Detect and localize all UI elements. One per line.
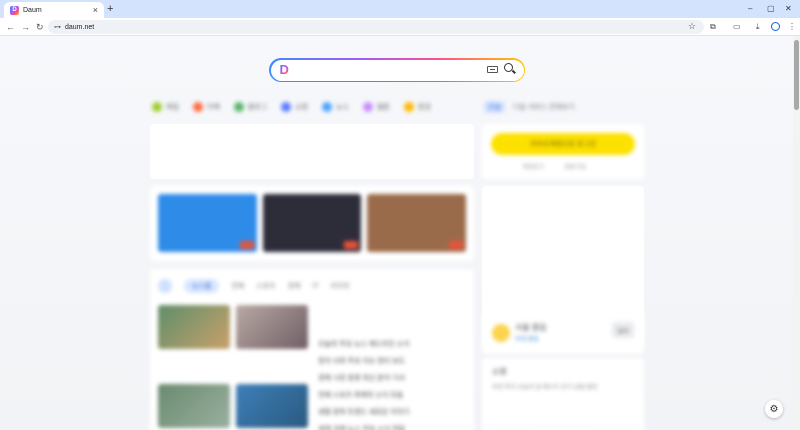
shopping-widget: 쇼핑 추천 특가 오늘의 딜 베스트 인기 상품 할인 bbox=[482, 358, 644, 430]
sun-icon bbox=[492, 324, 510, 342]
news-tab[interactable]: 연예 bbox=[231, 281, 244, 291]
shortcut-icon bbox=[233, 102, 244, 112]
login-links: 계정찾기 회원가입 bbox=[522, 162, 586, 171]
site-info-icon[interactable]: ⊶ bbox=[54, 23, 61, 31]
news-tab[interactable]: IT bbox=[312, 283, 318, 290]
banner-ad[interactable] bbox=[150, 124, 474, 179]
news-tab-active[interactable]: 뉴스홈 bbox=[184, 279, 220, 293]
shortcut-label: 증권 bbox=[417, 104, 431, 111]
news-headline[interactable]: 생활 문화 트렌드 새로운 이야기 bbox=[318, 407, 466, 424]
shop-title: 쇼핑 bbox=[492, 367, 507, 376]
maximize-button[interactable]: ▢ bbox=[767, 3, 775, 15]
forward-button[interactable]: → bbox=[21, 21, 30, 33]
shortcut-item[interactable]: 블로그 bbox=[233, 102, 268, 112]
find-account-link[interactable]: 계정찾기 bbox=[522, 162, 544, 171]
shortcut-label: 블로그 bbox=[247, 104, 268, 111]
news-thumbnail[interactable] bbox=[158, 384, 230, 428]
news-thumbnail[interactable] bbox=[236, 305, 308, 349]
shortcut-icon bbox=[281, 102, 292, 112]
close-window-button[interactable]: ✕ bbox=[785, 3, 792, 15]
today-pill[interactable]: 오늘 bbox=[484, 101, 505, 113]
signup-link[interactable]: 회원가입 bbox=[564, 162, 586, 171]
shop-tags[interactable]: 추천 특가 오늘의 딜 베스트 인기 상품 할인 bbox=[492, 382, 632, 395]
reload-button[interactable]: ↻ bbox=[36, 21, 44, 33]
bookmark-star-icon[interactable]: ☆ bbox=[688, 21, 696, 32]
media-row bbox=[150, 186, 474, 261]
shortcut-icon bbox=[322, 102, 332, 112]
news-headlines: 오늘의 주요 뉴스 헤드라인 소식 정치 사회 주요 이슈 정리 보도 경제 시장 … bbox=[318, 339, 466, 430]
search-box[interactable]: D bbox=[269, 58, 525, 82]
keyboard-icon[interactable] bbox=[486, 65, 498, 73]
news-headline[interactable]: 연예 스포츠 화제의 소식 모음 bbox=[318, 390, 466, 407]
browser-menu-icon[interactable]: ⋮ bbox=[788, 21, 796, 33]
shortcut-item[interactable]: 메일 bbox=[152, 102, 179, 112]
news-tab[interactable]: 경제 bbox=[288, 281, 301, 291]
shortcut-item[interactable]: 카페 bbox=[192, 102, 220, 112]
shortcut-item[interactable]: 증권 bbox=[403, 102, 431, 112]
play-badge-icon bbox=[239, 241, 254, 249]
daum-logo: D bbox=[279, 61, 289, 77]
shortcut-label: 웹툰 bbox=[376, 104, 390, 111]
news-headline[interactable]: 정치 사회 주요 이슈 정리 보도 bbox=[318, 356, 466, 373]
weather-badge[interactable]: 날씨 bbox=[612, 322, 634, 338]
browser-toolbar: ← → ↻ ⊶ daum.net ☆ ⧉ ▭ ⤓ ⋮ bbox=[0, 18, 800, 36]
play-badge-icon bbox=[344, 241, 359, 249]
shortcut-icon bbox=[152, 102, 162, 112]
browser-tab-daum[interactable]: D Daum × bbox=[4, 2, 104, 18]
media-card[interactable] bbox=[367, 194, 467, 252]
search-icon[interactable] bbox=[503, 62, 513, 72]
profile-avatar-icon[interactable] bbox=[771, 22, 780, 31]
news-section: 뉴스홈 연예 스포츠 경제 IT 라이프 오늘의 주요 뉴스 헤드라인 소식 정치… bbox=[150, 269, 474, 430]
weather-title: 서울 맑음 bbox=[515, 323, 547, 332]
search-input[interactable]: D bbox=[270, 59, 524, 81]
tab-title: Daum bbox=[23, 6, 42, 14]
news-headline[interactable]: 세계 국제 뉴스 주요 소식 전달 bbox=[318, 424, 466, 430]
shortcut-label: 카페 bbox=[206, 104, 220, 111]
shortcut-label: 쇼핑 bbox=[295, 104, 308, 111]
extensions-icon[interactable]: ⧉ bbox=[710, 21, 716, 33]
news-thumbnail[interactable] bbox=[158, 305, 230, 349]
service-shortcuts: 메일 카페 블로그 쇼핑 뉴스 웹툰 증권 bbox=[152, 100, 442, 114]
shortcut-item[interactable]: 웹툰 bbox=[362, 102, 390, 112]
news-headline[interactable]: 경제 시장 동향 최신 분석 기사 bbox=[318, 373, 466, 390]
cast-icon[interactable]: ▭ bbox=[733, 21, 741, 33]
daum-favicon-icon: D bbox=[10, 5, 19, 15]
weather-sub: 미세 좋음 bbox=[515, 337, 539, 343]
media-card[interactable] bbox=[158, 194, 257, 252]
daum-page: D 메일 카페 블로그 쇼핑 뉴스 웹툰 증권 오늘 다음 서비스 전체보기 뉴스홈 연예 … bbox=[0, 36, 800, 430]
address-bar[interactable]: ⊶ daum.net ☆ bbox=[48, 20, 704, 34]
tab-close-icon[interactable]: × bbox=[93, 5, 98, 15]
all-services-link[interactable]: 다음 서비스 전체보기 bbox=[513, 102, 575, 112]
news-tab[interactable]: 라이프 bbox=[331, 281, 350, 291]
shortcut-label: 메일 bbox=[166, 104, 179, 111]
shortcut-item[interactable]: 뉴스 bbox=[322, 102, 349, 112]
kakao-login-button[interactable]: 카카오계정으로 로그인 bbox=[491, 133, 635, 155]
media-card[interactable] bbox=[262, 194, 362, 252]
play-badge-icon bbox=[449, 241, 464, 249]
service-menu-bar: 오늘 다음 서비스 전체보기 bbox=[484, 100, 644, 114]
shortcut-icon bbox=[192, 102, 203, 112]
news-tab[interactable]: 스포츠 bbox=[256, 281, 275, 291]
shortcut-icon bbox=[403, 102, 414, 112]
news-headline[interactable]: 오늘의 주요 뉴스 헤드라인 소식 bbox=[318, 339, 466, 356]
shortcut-icon bbox=[362, 102, 373, 112]
weather-widget[interactable]: 서울 맑음 미세 좋음 날씨 bbox=[482, 314, 644, 354]
minimize-button[interactable]: – bbox=[748, 3, 752, 15]
settings-gear-icon[interactable]: ⚙ bbox=[765, 400, 783, 418]
news-logo-icon bbox=[158, 279, 172, 293]
tab-bar: D Daum × + – ▢ ✕ bbox=[0, 0, 800, 18]
new-tab-button[interactable]: + bbox=[107, 3, 113, 15]
news-tabs: 뉴스홈 연예 스포츠 경제 IT 라이프 bbox=[158, 279, 350, 293]
url-text[interactable]: daum.net bbox=[65, 24, 94, 31]
news-thumbnail[interactable] bbox=[236, 384, 308, 428]
login-box: 카카오계정으로 로그인 계정찾기 회원가입 bbox=[482, 124, 644, 179]
scrollbar-thumb[interactable] bbox=[794, 40, 799, 110]
shortcut-item[interactable]: 쇼핑 bbox=[281, 102, 308, 112]
shortcut-label: 뉴스 bbox=[336, 104, 349, 111]
back-button[interactable]: ← bbox=[6, 21, 15, 33]
download-icon[interactable]: ⤓ bbox=[756, 21, 760, 33]
